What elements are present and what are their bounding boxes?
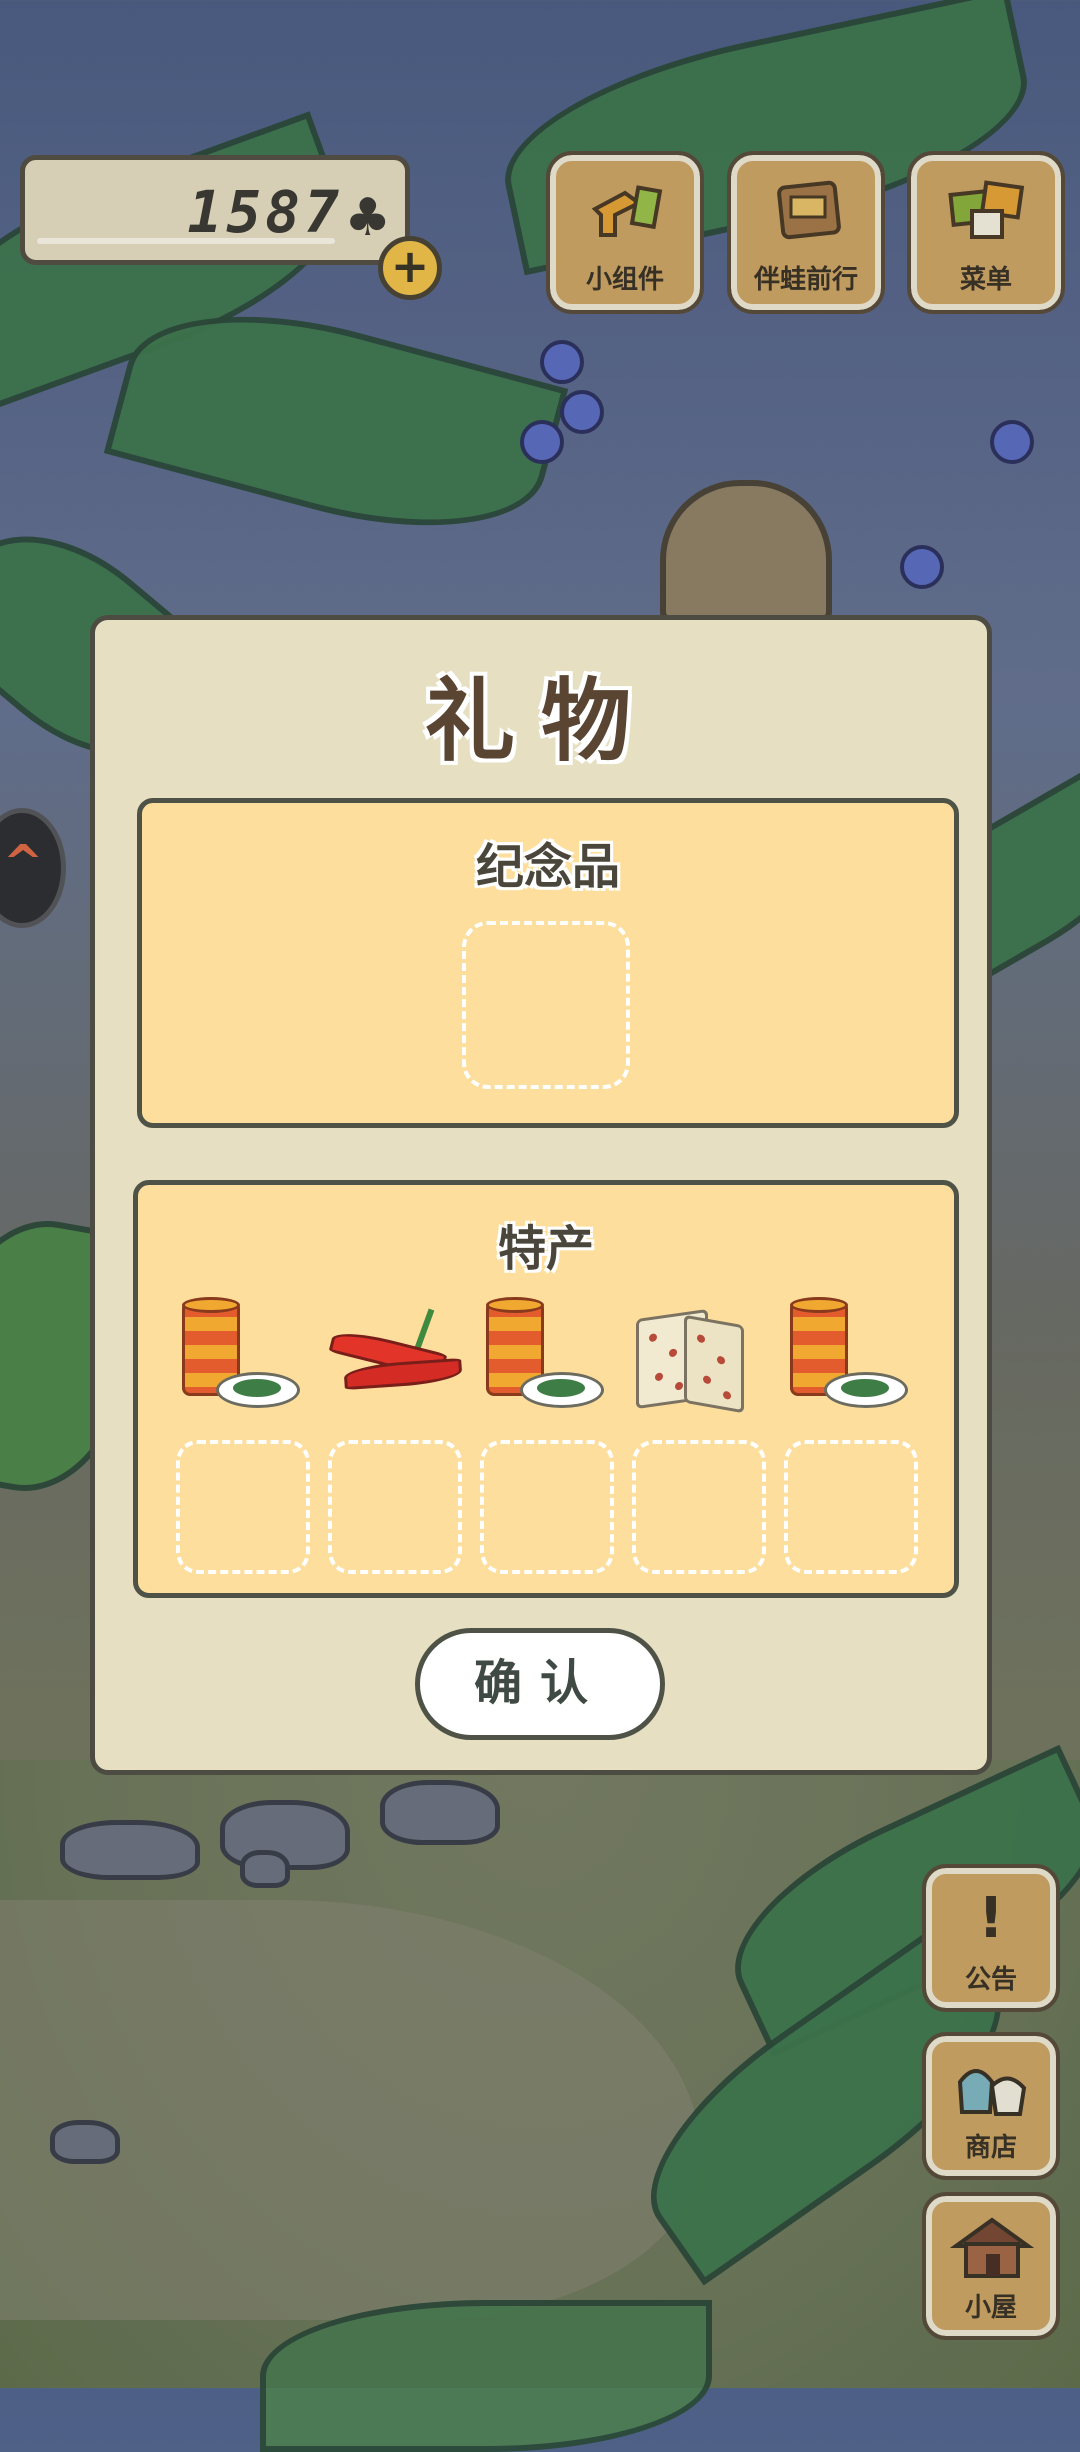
specialty-slot[interactable] bbox=[176, 1440, 310, 1574]
specialty-panel: 特产 bbox=[133, 1180, 959, 1598]
nougat-icon[interactable] bbox=[624, 1300, 754, 1420]
souvenir-title: 纪念品 bbox=[475, 839, 620, 895]
chili-pepper-icon[interactable] bbox=[320, 1300, 463, 1420]
canned-food-icon[interactable] bbox=[472, 1297, 604, 1420]
specialty-title: 特产 bbox=[497, 1221, 594, 1277]
souvenir-slot[interactable] bbox=[462, 921, 630, 1089]
specialty-items bbox=[168, 1297, 928, 1420]
dialog-title: 礼物 bbox=[425, 669, 657, 774]
specialty-slot[interactable] bbox=[632, 1440, 766, 1574]
canned-food-icon[interactable] bbox=[168, 1297, 300, 1420]
souvenir-panel: 纪念品 bbox=[137, 798, 959, 1128]
specialty-slot[interactable] bbox=[480, 1440, 614, 1574]
specialty-slot[interactable] bbox=[328, 1440, 462, 1574]
gift-dialog: 礼物 纪念品 特产 确认 bbox=[90, 615, 992, 1775]
canned-food-icon[interactable] bbox=[776, 1297, 908, 1420]
specialty-slot[interactable] bbox=[784, 1440, 918, 1574]
confirm-button[interactable]: 确认 bbox=[415, 1628, 665, 1740]
